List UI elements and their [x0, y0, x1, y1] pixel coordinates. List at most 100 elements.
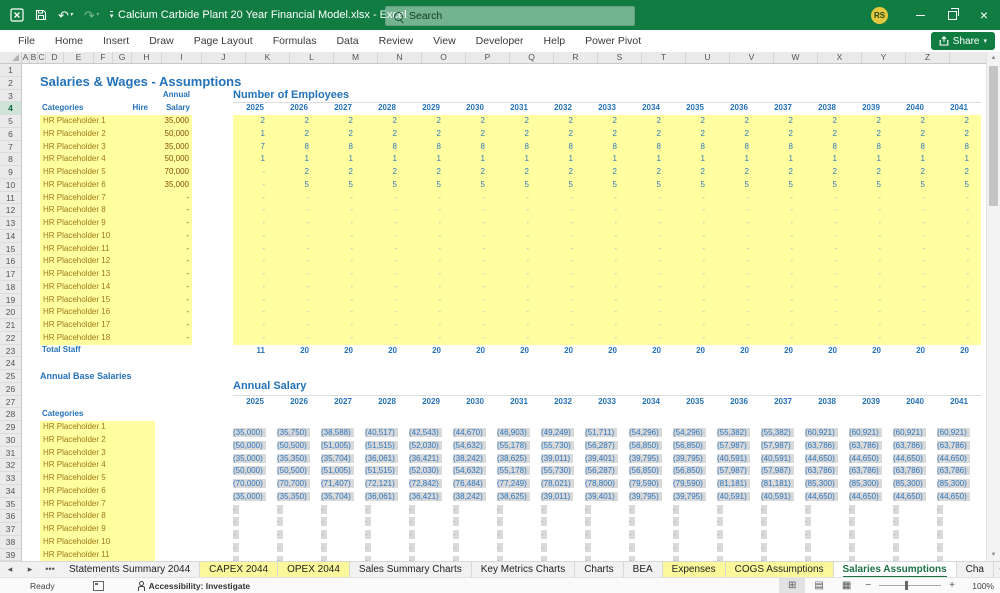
employee-count-cell[interactable]: -: [629, 319, 673, 332]
employee-count-cell[interactable]: 2: [761, 166, 805, 179]
column-header-B[interactable]: B: [30, 52, 38, 63]
employee-count-cell[interactable]: 5: [761, 179, 805, 192]
employee-count-cell[interactable]: 2: [761, 115, 805, 128]
employee-count-cell[interactable]: -: [761, 230, 805, 243]
save-button[interactable]: [35, 9, 47, 21]
employee-count-cell[interactable]: -: [585, 281, 629, 294]
salary-row-5[interactable]: HR Placeholder 5: [40, 472, 155, 485]
redo-dropdown-icon[interactable]: ▾: [96, 12, 99, 18]
employee-count-cell[interactable]: -: [629, 230, 673, 243]
employee-count-cell[interactable]: -: [365, 192, 409, 205]
employee-count-cell[interactable]: -: [585, 319, 629, 332]
employee-count-cell[interactable]: -: [409, 243, 453, 256]
employee-count-cell[interactable]: -: [453, 306, 497, 319]
salary-category-cell[interactable]: HR Placeholder 7: [43, 498, 106, 511]
redo-button[interactable]: ↷ ▾: [84, 9, 99, 22]
employee-count-cell[interactable]: -: [497, 268, 541, 281]
employee-count-cell[interactable]: -: [629, 294, 673, 307]
employee-count-cell[interactable]: 8: [365, 141, 409, 154]
employee-count-cell[interactable]: -: [761, 204, 805, 217]
employee-count-cell[interactable]: -: [409, 230, 453, 243]
employee-count-cell[interactable]: 5: [893, 179, 937, 192]
employee-count-cell[interactable]: -: [717, 217, 761, 230]
employee-count-cell[interactable]: -: [937, 319, 981, 332]
employee-count-cell[interactable]: -: [937, 192, 981, 205]
sheet-tab-capex-2044[interactable]: CAPEX 2044: [200, 562, 279, 577]
employee-count-cell[interactable]: -: [585, 230, 629, 243]
column-header-I[interactable]: I: [162, 52, 202, 63]
employee-count-cell[interactable]: 2: [629, 128, 673, 141]
employee-count-cell[interactable]: -: [541, 217, 585, 230]
employee-count-cell[interactable]: -: [321, 243, 365, 256]
employee-count-cell[interactable]: -: [541, 319, 585, 332]
ribbon-tab-formulas[interactable]: Formulas: [263, 30, 327, 52]
employee-category-cell[interactable]: HR Placeholder 14: [43, 281, 110, 294]
employee-count-cell[interactable]: -: [321, 281, 365, 294]
employee-category-cell[interactable]: HR Placeholder 4: [43, 153, 106, 166]
employee-count-cell[interactable]: 2: [893, 115, 937, 128]
employee-count-cell[interactable]: 5: [409, 179, 453, 192]
employee-count-cell[interactable]: -: [937, 230, 981, 243]
row-header-31[interactable]: 31: [0, 447, 21, 460]
employee-count-cell[interactable]: -: [805, 230, 849, 243]
employee-count-cell[interactable]: -: [497, 217, 541, 230]
employee-count-cell[interactable]: -: [541, 255, 585, 268]
row-header-20[interactable]: 20: [0, 306, 21, 319]
employee-count-cell[interactable]: -: [893, 230, 937, 243]
employee-count-cell[interactable]: -: [585, 306, 629, 319]
employee-count-cell[interactable]: 1: [717, 153, 761, 166]
total-staff-cell[interactable]: 20: [453, 345, 497, 358]
total-staff-cell[interactable]: 20: [629, 345, 673, 358]
employee-count-cell[interactable]: 2: [673, 115, 717, 128]
row-header-36[interactable]: 36: [0, 510, 21, 523]
salary-row-2[interactable]: HR Placeholder 2: [40, 434, 155, 447]
employee-count-cell[interactable]: -: [233, 319, 277, 332]
salary-row-9[interactable]: HR Placeholder 9: [40, 523, 155, 536]
employee-salary-cell[interactable]: -: [186, 192, 189, 205]
employee-count-cell[interactable]: -: [585, 332, 629, 345]
employee-count-cell[interactable]: -: [365, 306, 409, 319]
salary-category-cell[interactable]: HR Placeholder 8: [43, 510, 106, 523]
employee-count-cell[interactable]: -: [849, 243, 893, 256]
zoom-out-button[interactable]: −: [860, 580, 876, 591]
employee-count-cell[interactable]: 1: [233, 153, 277, 166]
employee-count-cell[interactable]: 5: [541, 179, 585, 192]
employee-count-cell[interactable]: 2: [497, 115, 541, 128]
salary-category-cell[interactable]: HR Placeholder 6: [43, 485, 106, 498]
employee-count-cell[interactable]: -: [233, 204, 277, 217]
row-header-28[interactable]: 28: [0, 408, 21, 421]
row-header-2[interactable]: 2: [0, 77, 21, 90]
employee-count-cell[interactable]: -: [673, 255, 717, 268]
vertical-scroll-thumb[interactable]: [989, 66, 998, 206]
column-header-U[interactable]: U: [686, 52, 730, 63]
row-header-37[interactable]: 37: [0, 523, 21, 536]
employee-count-cell[interactable]: -: [585, 204, 629, 217]
employee-count-cell[interactable]: 2: [805, 128, 849, 141]
employee-count-cell[interactable]: -: [233, 179, 277, 192]
employee-salary-cell[interactable]: 35,000: [165, 179, 189, 192]
row-header-25[interactable]: 25: [0, 370, 21, 383]
sheet-nav-left-icon[interactable]: ◂: [0, 562, 20, 577]
employee-salary-cell[interactable]: -: [186, 281, 189, 294]
employee-count-cell[interactable]: 8: [541, 141, 585, 154]
employee-salary-cell[interactable]: -: [186, 217, 189, 230]
employee-count-cell[interactable]: -: [277, 255, 321, 268]
employee-category-cell[interactable]: HR Placeholder 6: [43, 179, 106, 192]
sheet-tab-sales-summary-charts[interactable]: Sales Summary Charts: [350, 562, 472, 577]
sheet-tab-statements-summary-2044[interactable]: Statements Summary 2044: [60, 562, 201, 577]
column-header-G[interactable]: G: [113, 52, 132, 63]
row-header-38[interactable]: 38: [0, 536, 21, 549]
employee-count-cell[interactable]: 1: [893, 153, 937, 166]
employee-count-cell[interactable]: -: [497, 281, 541, 294]
employee-count-cell[interactable]: 2: [453, 115, 497, 128]
employee-count-cell[interactable]: -: [937, 294, 981, 307]
employee-count-cell[interactable]: -: [761, 294, 805, 307]
row-header-6[interactable]: 6: [0, 128, 21, 141]
employee-count-cell[interactable]: 2: [805, 166, 849, 179]
accessibility-icon[interactable]: [136, 580, 145, 591]
employee-count-cell[interactable]: -: [805, 294, 849, 307]
employee-count-cell[interactable]: -: [453, 319, 497, 332]
column-header-Z[interactable]: Z: [906, 52, 950, 63]
employee-count-cell[interactable]: -: [673, 217, 717, 230]
employee-count-cell[interactable]: -: [849, 319, 893, 332]
